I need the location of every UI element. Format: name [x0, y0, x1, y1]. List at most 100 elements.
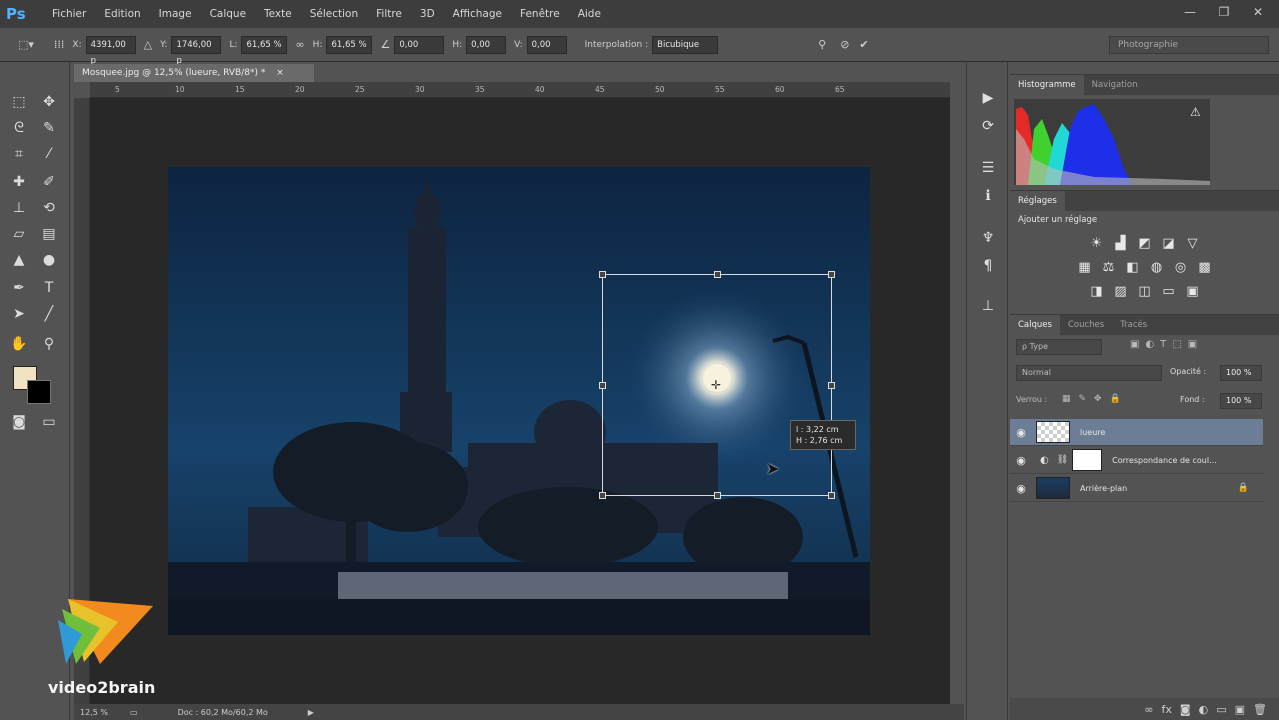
menu-selection[interactable]: Sélection	[310, 8, 358, 20]
cancel-transform-icon[interactable]: ⊘	[840, 38, 849, 51]
zoom-tool-icon[interactable]: ⚲	[38, 334, 60, 354]
document-image[interactable]: ✛ l : 3,22 cm H : 2,76 cm ➤	[168, 167, 870, 635]
vibrance-icon[interactable]: ▽	[1184, 235, 1202, 253]
status-menu-icon[interactable]: ▶	[308, 708, 314, 717]
path-selection-icon[interactable]: ➤	[8, 304, 30, 324]
color-lookup-icon[interactable]: ▩	[1196, 259, 1214, 277]
selective-color-icon[interactable]: ▣	[1184, 283, 1202, 301]
document-tab[interactable]: Mosquee.jpg @ 12,5% (lueure, RVB/8*) * ×	[74, 64, 314, 82]
eye-icon[interactable]: ◉	[1010, 482, 1032, 495]
tab-reglages[interactable]: Réglages	[1010, 191, 1065, 211]
layer-mask-thumbnail[interactable]	[1072, 449, 1103, 471]
lock-icons[interactable]: ▦✎✥🔒	[1062, 394, 1129, 404]
gradient-map-icon[interactable]: ▭	[1160, 283, 1178, 301]
opacity-field[interactable]: 100 %	[1220, 365, 1262, 381]
menu-affichage[interactable]: Affichage	[453, 8, 502, 20]
width-field[interactable]: 61,65 %	[241, 35, 288, 54]
menu-texte[interactable]: Texte	[264, 8, 292, 20]
gradient-icon[interactable]: ▤	[38, 224, 60, 244]
type-tool-icon[interactable]: T	[38, 278, 60, 298]
warp-icon[interactable]: ⚲	[818, 38, 826, 51]
zoom-level[interactable]: 12,5 %	[80, 708, 120, 717]
eye-icon[interactable]: ◉	[1010, 454, 1032, 467]
transform-handle[interactable]	[828, 382, 835, 389]
brush-tool-icon[interactable]: ✐	[38, 172, 60, 192]
menu-fenetre[interactable]: Fenêtre	[520, 8, 560, 20]
export-icon[interactable]: ▭	[130, 708, 138, 717]
channel-mixer-icon[interactable]: ◎	[1172, 259, 1190, 277]
menu-3d[interactable]: 3D	[420, 8, 435, 20]
menu-aide[interactable]: Aide	[578, 8, 601, 20]
healing-brush-icon[interactable]: ✚	[8, 172, 30, 192]
posterize-icon[interactable]: ▨	[1112, 283, 1130, 301]
paragraph-icon[interactable]: ¶	[977, 256, 999, 276]
exposure-icon[interactable]: ◪	[1160, 235, 1178, 253]
menu-fichier[interactable]: Fichier	[52, 8, 86, 20]
history-brush-icon[interactable]: ⟲	[38, 198, 60, 218]
curves-icon[interactable]: ◩	[1136, 235, 1154, 253]
tool-preset-icon[interactable]: ⬚▾	[18, 38, 34, 51]
quick-mask-icon[interactable]: ◙	[8, 412, 30, 432]
transform-handle[interactable]	[714, 271, 721, 278]
layer-row-arriere-plan[interactable]: ◉ Arrière-plan 🔒	[1010, 475, 1263, 502]
angle-field[interactable]: 0,00	[394, 35, 445, 54]
transform-handle[interactable]	[599, 271, 606, 278]
commit-transform-icon[interactable]: ✔	[859, 38, 868, 51]
restore-button[interactable]: ❐	[1211, 3, 1237, 21]
tab-histogramme[interactable]: Histogramme	[1010, 75, 1084, 95]
trash-icon[interactable]: 🗑	[1253, 703, 1267, 716]
eyedropper-icon[interactable]: ⁄	[38, 144, 60, 164]
delta-icon[interactable]: △	[144, 38, 152, 51]
history-icon[interactable]: ⟳	[977, 116, 999, 136]
hskew-field[interactable]: 0,00	[466, 35, 507, 54]
transform-handle[interactable]	[599, 382, 606, 389]
dodge-tool-icon[interactable]: ●	[38, 250, 60, 270]
quick-selection-icon[interactable]: ✎	[38, 118, 60, 138]
crop-tool-icon[interactable]: ⌗	[8, 144, 30, 164]
brush-panel-icon[interactable]: ♆	[977, 228, 999, 248]
eraser-icon[interactable]: ▱	[8, 224, 30, 244]
new-group-icon[interactable]: ▭	[1216, 703, 1226, 716]
marquee-tool-icon[interactable]: ⬚	[8, 92, 30, 112]
hue-saturation-icon[interactable]: ▦	[1076, 259, 1094, 277]
add-mask-icon[interactable]: ◙	[1180, 703, 1191, 716]
color-balance-icon[interactable]: ⚖	[1100, 259, 1118, 277]
tab-traces[interactable]: Tracés	[1112, 315, 1155, 335]
transform-handle[interactable]	[828, 492, 835, 499]
close-document-icon[interactable]: ×	[276, 68, 284, 78]
line-tool-icon[interactable]: ╱	[38, 304, 60, 324]
link-layers-icon[interactable]: ∞	[1144, 703, 1153, 716]
menu-edition[interactable]: Edition	[104, 8, 140, 20]
minimize-button[interactable]: —	[1177, 3, 1203, 21]
blend-mode-select[interactable]: Normal	[1016, 365, 1162, 381]
play-icon[interactable]: ▶	[977, 88, 999, 108]
invert-icon[interactable]: ◨	[1088, 283, 1106, 301]
tab-couches[interactable]: Couches	[1060, 315, 1112, 335]
new-layer-icon[interactable]: ▣	[1235, 703, 1245, 716]
tab-navigation[interactable]: Navigation	[1084, 75, 1146, 95]
interpolation-select[interactable]: Bicubique	[652, 35, 719, 54]
move-tool-icon[interactable]: ✥	[38, 92, 60, 112]
blur-tool-icon[interactable]: ▲	[8, 250, 30, 270]
clone-stamp-icon[interactable]: ⊥	[8, 198, 30, 218]
x-field[interactable]: 4391,00 p	[85, 35, 136, 66]
photo-filter-icon[interactable]: ◍	[1148, 259, 1166, 277]
height-field[interactable]: 61,65 %	[326, 35, 373, 54]
layer-kind-filter[interactable]: ρ Type	[1016, 339, 1102, 355]
menu-filtre[interactable]: Filtre	[376, 8, 402, 20]
chain-link-icon[interactable]: ⛓	[1057, 455, 1068, 465]
y-field[interactable]: 1746,00 p	[171, 35, 222, 66]
lasso-tool-icon[interactable]: ᘓ	[8, 118, 30, 138]
layer-row-lueure[interactable]: ◉ lueure	[1010, 419, 1263, 446]
brightness-icon[interactable]: ☀	[1088, 235, 1106, 253]
transform-handle[interactable]	[599, 492, 606, 499]
close-button[interactable]: ✕	[1245, 3, 1271, 21]
pen-tool-icon[interactable]: ✒	[8, 278, 30, 298]
warning-icon[interactable]: ⚠	[1190, 105, 1201, 119]
fx-icon[interactable]: fx	[1162, 703, 1172, 716]
screen-mode-icon[interactable]: ▭	[38, 412, 60, 432]
black-white-icon[interactable]: ◧	[1124, 259, 1142, 277]
levels-icon[interactable]: ▟	[1112, 235, 1130, 253]
hand-tool-icon[interactable]: ✋	[8, 334, 30, 354]
transform-handle[interactable]	[714, 492, 721, 499]
